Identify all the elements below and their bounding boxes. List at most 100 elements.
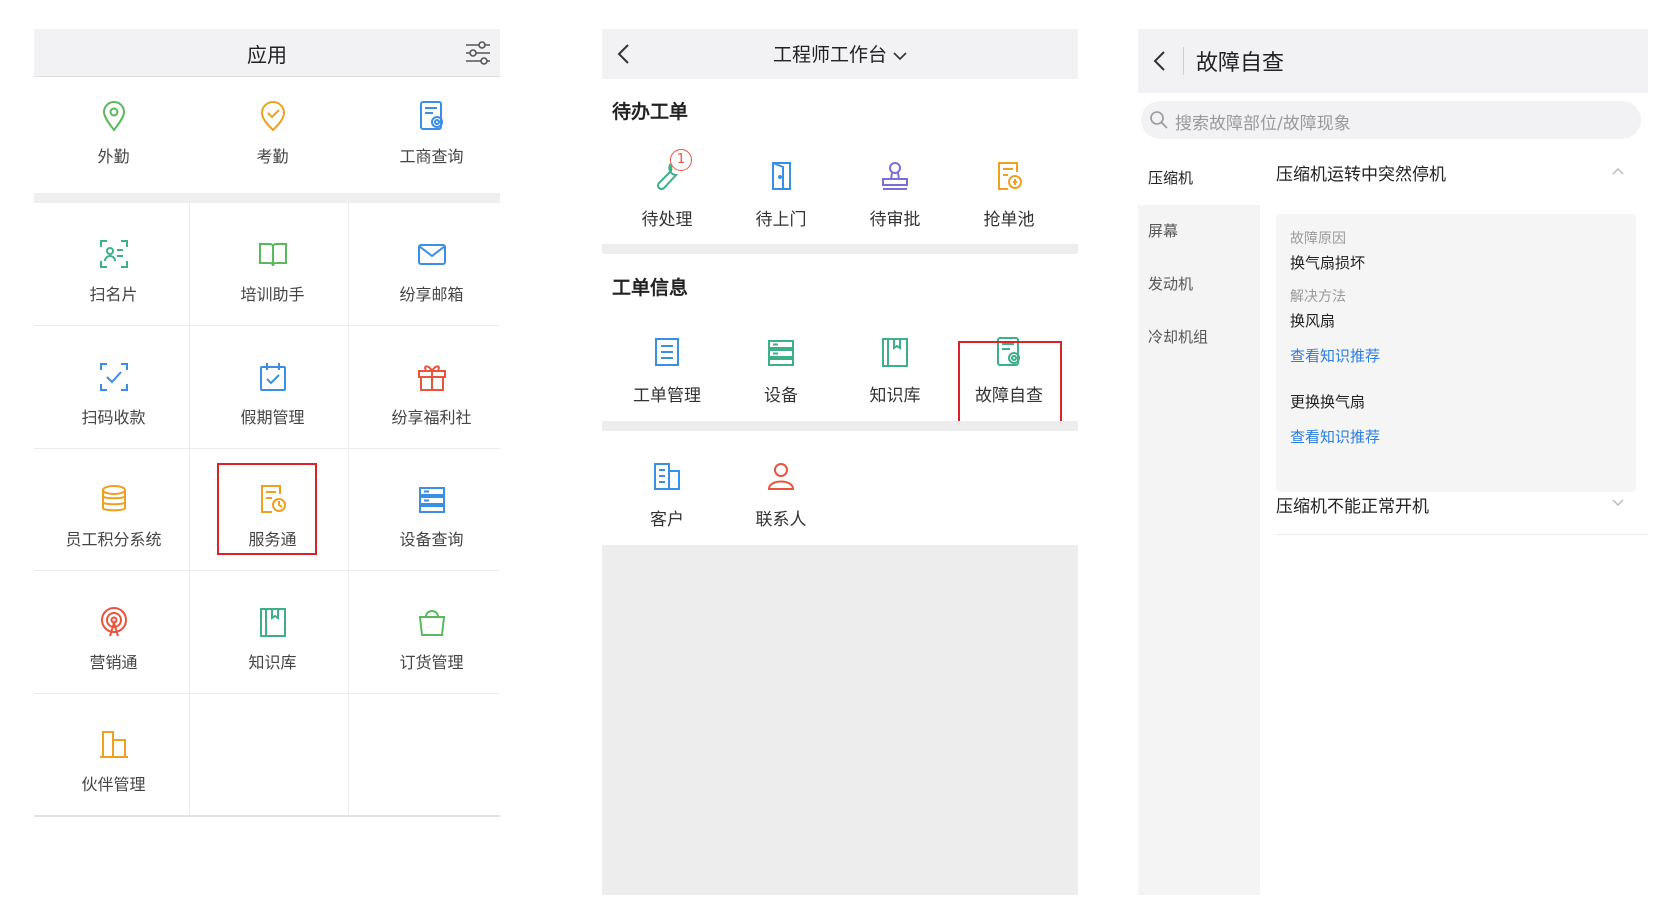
app-label: 待上门 [755,210,807,230]
list-doc-icon [650,335,684,369]
grid-line [34,325,500,326]
broadcast-icon [97,605,131,639]
mail-icon [415,237,449,271]
app-item-marketing[interactable]: 营销通 [34,605,193,673]
calendar-check-icon [256,360,290,394]
highlight-box [958,341,1062,427]
app-label: 联系人 [755,510,807,530]
chevron-up-icon[interactable] [1610,165,1626,177]
work-item-order-manage[interactable]: 工单管理 [610,335,724,406]
page-title: 工程师工作台 [772,44,887,66]
building-icon [650,459,684,493]
person-icon [764,459,798,493]
category-item-cooling[interactable]: 冷却机组 [1138,311,1260,364]
app-item-points[interactable]: 员工积分系统 [34,482,193,550]
fault-question-collapsed[interactable]: 压缩机不能正常开机 [1276,492,1429,517]
app-label: 待处理 [641,210,693,230]
app-item-field-work[interactable]: 外勤 [34,99,193,167]
section-divider [34,193,500,203]
page-title: 故障自查 [1196,51,1285,76]
app-item-device-search[interactable]: 设备查询 [352,482,511,550]
door-icon [764,159,798,193]
apps-header: 应用 [34,29,500,77]
app-label: 外勤 [97,147,130,166]
app-item-partners[interactable]: 伙伴管理 [34,727,193,795]
empty-area [602,545,1078,895]
knowledge-book-icon [878,335,912,369]
app-item-training[interactable]: 培训助手 [193,237,352,305]
app-label: 考勤 [256,147,289,166]
app-label: 扫码收款 [81,408,146,427]
app-label: 假期管理 [240,408,305,427]
apps-panel: 应用 外勤 考勤 工商查询 扫名片 培训助手 纷享邮箱 扫码收款 假期管理 纷享… [34,29,500,824]
badge-count: 1 [676,152,686,167]
notification-badge: 1 [670,149,692,171]
category-item-screen[interactable]: 屏幕 [1138,205,1260,258]
app-item-scan-card[interactable]: 扫名片 [34,237,193,305]
app-label: 纷享邮箱 [399,285,464,304]
method-label: 解决方法 [1290,289,1346,305]
method-extra: 更换换气扇 [1290,393,1366,411]
work-item-grab-pool[interactable]: 抢单池 [952,159,1066,230]
chevron-down-icon [893,51,907,61]
app-item-mail[interactable]: 纷享邮箱 [352,237,511,305]
search-icon [1149,110,1169,130]
app-item-business-search[interactable]: 工商查询 [352,99,511,167]
buildings-icon [97,727,131,761]
app-label: 工商查询 [399,147,464,166]
work-item-onsite[interactable]: 待上门 [724,159,838,230]
grid-line [34,570,500,571]
workbench-title-dropdown[interactable]: 工程师工作台 [602,40,1078,67]
app-label: 纷享福利社 [391,408,472,427]
back-arrow-icon[interactable] [1148,46,1172,76]
app-item-orders[interactable]: 订货管理 [352,605,511,673]
work-item-device[interactable]: 设备 [724,335,838,406]
cause-value: 换气扇损坏 [1290,254,1366,272]
wrench-icon: 1 [650,149,692,193]
fault-check-panel: 故障自查 搜索故障部位/故障现象 压缩机 屏幕 发动机 冷却机组 压缩机运转中突… [1138,29,1648,895]
fault-question-expanded[interactable]: 压缩机运转中突然停机 [1276,160,1446,185]
app-item-attendance[interactable]: 考勤 [193,99,352,167]
method-value: 换风扇 [1290,312,1336,330]
knowledge-link[interactable]: 查看知识推荐 [1290,426,1380,447]
app-item-scan-pay[interactable]: 扫码收款 [34,360,193,428]
knowledge-book-icon [256,605,290,639]
section-title: 工单信息 [612,277,689,299]
work-item-approval[interactable]: 待审批 [838,159,952,230]
category-item-compressor[interactable]: 压缩机 [1138,152,1260,205]
shopping-bag-icon [415,605,449,639]
chevron-down-icon[interactable] [1610,497,1626,509]
app-label: 知识库 [869,386,921,406]
app-item-knowledge[interactable]: 知识库 [193,605,352,673]
app-item-welfare[interactable]: 纷享福利社 [352,360,511,428]
app-item-leave[interactable]: 假期管理 [193,360,352,428]
search-input[interactable]: 搜索故障部位/故障现象 [1141,101,1641,139]
work-item-pending[interactable]: 1 待处理 [610,149,724,230]
app-label: 抢单池 [983,210,1035,230]
work-item-customer[interactable]: 客户 [610,459,724,530]
work-item-contact[interactable]: 联系人 [724,459,838,530]
app-label: 设备 [764,386,798,406]
section-divider [602,244,1078,254]
check-circle-icon [256,99,290,133]
app-label: 知识库 [248,653,297,672]
app-label: 培训助手 [240,285,305,304]
highlight-box [217,463,317,555]
knowledge-link[interactable]: 查看知识推荐 [1290,345,1380,366]
document-search-icon [415,99,449,133]
app-label: 营销通 [89,653,138,672]
scan-card-icon [97,237,131,271]
stamp-icon [878,159,912,193]
grid-line [34,448,500,449]
app-label: 设备查询 [399,530,464,549]
grid-line [34,815,500,817]
workbench-panel: 工程师工作台 待办工单 1 待处理 待上门 待审批 抢单池 工单信息 工单管理 … [602,29,1078,895]
scan-pay-icon [97,360,131,394]
server-icon [415,482,449,516]
work-item-knowledge[interactable]: 知识库 [838,335,952,406]
search-placeholder: 搜索故障部位/故障现象 [1175,114,1351,134]
category-item-engine[interactable]: 发动机 [1138,258,1260,311]
sliders-icon[interactable] [462,36,494,68]
grab-order-icon [992,159,1026,193]
fault-detail-card: 故障原因 换气扇损坏 解决方法 换风扇 查看知识推荐 更换换气扇 查看知识推荐 [1276,214,1636,492]
